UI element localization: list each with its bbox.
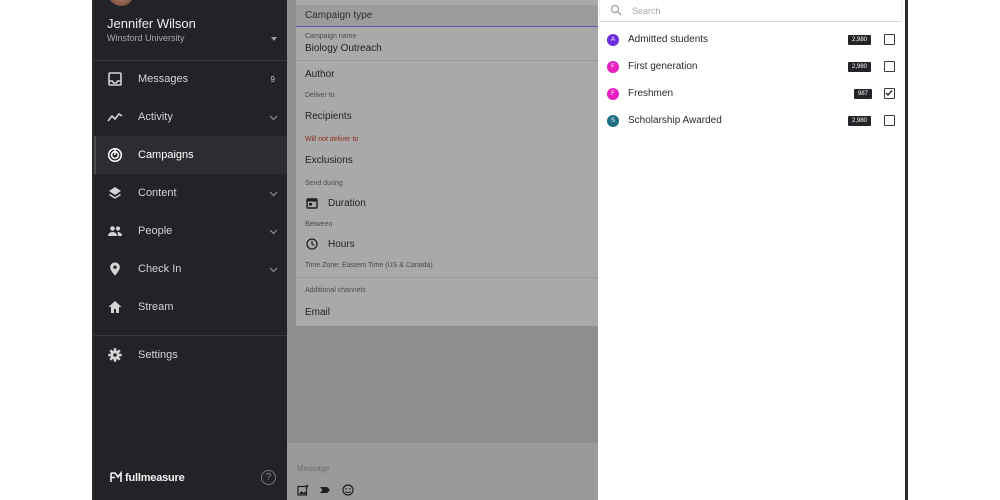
sidebar-item-check-in[interactable]: Check In <box>94 250 287 288</box>
chevron-down-icon[interactable] <box>269 265 278 274</box>
sidebar-item-label: Activity <box>138 111 173 123</box>
list-item-label: Freshmen <box>628 88 674 99</box>
list-item-label: Scholarship Awarded <box>628 115 722 126</box>
calendar-icon <box>306 197 318 209</box>
count-badge: 2,980 <box>848 116 872 126</box>
avatar: F <box>607 61 619 73</box>
sidebar-item-stream[interactable]: Stream <box>94 288 287 326</box>
sidebar-item-activity[interactable]: Activity <box>94 98 287 136</box>
activity-icon <box>107 109 123 125</box>
messages-count-badge: 9 <box>270 74 275 84</box>
location-pin-icon <box>107 261 123 277</box>
campaign-type-label: Campaign type <box>305 10 373 21</box>
home-icon <box>107 299 123 315</box>
deliver-to-label: Deliver to <box>305 92 335 99</box>
avatar: S <box>607 115 619 127</box>
sidebar-item-label: Campaigns <box>138 149 194 161</box>
inbox-icon <box>107 71 123 87</box>
sidebar-item-label: Stream <box>138 301 174 313</box>
audience-picker-panel: A Admitted students 2,980 F First genera… <box>598 0 905 500</box>
sidebar-item-campaigns[interactable]: Campaigns <box>94 136 287 174</box>
brand-logo[interactable]: fullmeasure <box>110 471 185 484</box>
checkmark-icon <box>885 90 893 97</box>
list-item-admitted-students[interactable]: A Admitted students 2,980 <box>598 27 905 53</box>
list-item-first-generation[interactable]: F First generation 2,980 <box>598 54 905 80</box>
org-dropdown-caret-icon[interactable] <box>271 37 277 41</box>
label-tag-icon[interactable] <box>319 484 331 496</box>
field-divider <box>296 277 598 278</box>
list-item-freshmen[interactable]: F Freshmen 987 <box>598 81 905 107</box>
sidebar-item-label: Settings <box>138 349 178 361</box>
checkbox[interactable] <box>884 61 895 72</box>
chevron-down-icon[interactable] <box>269 227 278 236</box>
checkbox[interactable] <box>884 34 895 45</box>
message-placeholder: Message <box>297 464 330 473</box>
sidebar-item-label: Content <box>138 187 177 199</box>
user-name: Jennifer Wilson <box>107 16 196 31</box>
fullmeasure-logo-icon <box>110 471 123 484</box>
campaign-name-input[interactable]: Biology Outreach <box>305 43 382 54</box>
timezone-label: Time Zone: Eastern Time (US & Canada) <box>305 262 433 269</box>
people-icon <box>107 223 123 239</box>
exclusions-field[interactable]: Exclusions <box>305 155 353 166</box>
sidebar-item-settings[interactable]: Settings <box>94 336 287 374</box>
campaign-editor: Campaign type Campaign name Biology Outr… <box>287 0 598 500</box>
count-badge: 987 <box>854 89 873 99</box>
email-channel-field[interactable]: Email <box>305 307 330 318</box>
additional-channels-label: Additional channels <box>305 287 366 294</box>
count-badge: 2,980 <box>848 35 872 45</box>
count-badge: 2,980 <box>848 62 872 72</box>
campaigns-icon <box>107 147 123 163</box>
send-during-label: Send during <box>305 180 343 187</box>
search-icon <box>610 4 622 16</box>
list-item-label: Admitted students <box>628 34 709 45</box>
sidebar-item-people[interactable]: People <box>94 212 287 250</box>
layers-icon <box>107 185 123 201</box>
chevron-down-icon[interactable] <box>269 189 278 198</box>
sidebar-item-label: Messages <box>138 73 189 85</box>
sidebar-item-messages[interactable]: Messages 9 <box>94 60 287 98</box>
campaign-type-field[interactable]: Campaign type <box>296 5 598 27</box>
not-deliver-label: Will not deliver to <box>305 136 359 143</box>
user-org-selector[interactable]: Winsford University <box>107 33 185 43</box>
sidebar-item-label: Check In <box>138 263 182 275</box>
clock-icon <box>306 238 318 250</box>
hours-field[interactable]: Hours <box>328 239 355 250</box>
device-frame-right <box>905 0 908 500</box>
between-label: Between <box>305 221 333 228</box>
sidebar-item-content[interactable]: Content <box>94 174 287 212</box>
sidebar-item-label: People <box>138 225 173 237</box>
message-composer[interactable]: Message <box>287 443 598 500</box>
duration-field[interactable]: Duration <box>328 198 366 209</box>
avatar: A <box>607 34 619 46</box>
brand-name: fullmeasure <box>125 471 185 484</box>
gear-icon <box>107 347 123 363</box>
checkbox-checked[interactable] <box>884 88 895 99</box>
author-field[interactable]: Author <box>305 69 334 80</box>
emoji-icon[interactable] <box>342 484 354 496</box>
search-box <box>599 0 902 22</box>
chevron-down-icon[interactable] <box>269 113 278 122</box>
field-divider <box>296 60 598 61</box>
search-input[interactable] <box>632 3 882 18</box>
list-item-scholarship-awarded[interactable]: S Scholarship Awarded 2,980 <box>598 108 905 134</box>
avatar: F <box>607 88 619 100</box>
campaign-name-label: Campaign name <box>305 33 357 40</box>
recipients-field[interactable]: Recipients <box>305 111 352 122</box>
help-icon[interactable]: ? <box>261 470 276 485</box>
add-image-icon[interactable] <box>297 484 309 496</box>
list-item-label: First generation <box>628 61 698 72</box>
checkbox[interactable] <box>884 115 895 126</box>
